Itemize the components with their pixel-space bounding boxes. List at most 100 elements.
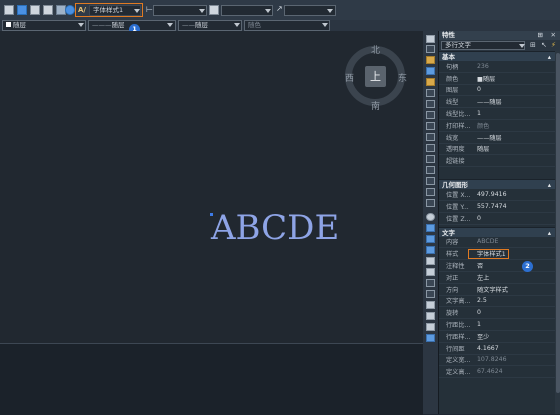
chevron-down-icon[interactable]: [322, 23, 328, 27]
collapse-icon[interactable]: ▴: [548, 228, 551, 238]
section-basic[interactable]: 基本 ▴: [439, 51, 555, 61]
collapse-icon[interactable]: ▴: [548, 180, 551, 190]
property-row[interactable]: 注释性 否: [439, 260, 555, 272]
object-type-select[interactable]: 多行文字: [441, 41, 525, 50]
mtext-sample[interactable]: ABCDE: [211, 208, 339, 248]
mirror-icon[interactable]: [426, 56, 435, 64]
property-value[interactable]: 557.7474: [477, 203, 555, 210]
block-icon[interactable]: [426, 224, 435, 232]
break-icon[interactable]: [426, 155, 435, 163]
property-row[interactable]: 线型 ——随层: [439, 96, 555, 109]
close-icon[interactable]: ✕: [551, 31, 556, 40]
property-row[interactable]: 行间距 4.1667: [439, 343, 555, 355]
collapse-icon[interactable]: ▴: [548, 52, 551, 62]
property-row[interactable]: 内容 ABCDE: [439, 237, 555, 249]
table-icon[interactable]: [30, 5, 40, 15]
property-value[interactable]: 随文字样式: [477, 285, 555, 294]
property-value[interactable]: 左上: [477, 273, 555, 282]
chevron-down-icon[interactable]: [327, 9, 333, 13]
property-value[interactable]: 至少: [477, 332, 555, 341]
gradient-icon[interactable]: [426, 290, 435, 298]
chevron-down-icon[interactable]: [167, 23, 173, 27]
property-row[interactable]: 行距样... 至少: [439, 331, 555, 343]
chevron-down-icon[interactable]: [519, 44, 525, 48]
property-row[interactable]: 对正 左上: [439, 272, 555, 284]
property-row[interactable]: 位置 X... 497.9416: [439, 189, 555, 201]
property-value[interactable]: 颜色: [477, 121, 555, 130]
property-row[interactable]: 定义高... 67.4624: [439, 366, 555, 379]
sphere-icon[interactable]: [426, 213, 435, 221]
compass-south[interactable]: 南: [371, 99, 380, 112]
text-insert-icon[interactable]: [426, 323, 435, 331]
properties-scrollbar[interactable]: [555, 51, 560, 414]
property-value[interactable]: 67.4624: [477, 368, 555, 375]
fillet-icon[interactable]: [426, 188, 435, 196]
property-value[interactable]: 1: [477, 321, 555, 328]
property-row[interactable]: 行距比... 1: [439, 319, 555, 331]
property-row[interactable]: 样式 字体样式1: [439, 248, 555, 261]
property-row[interactable]: 旋转 0: [439, 307, 555, 320]
move-icon[interactable]: [426, 89, 435, 97]
property-row[interactable]: 线型比... 1: [439, 108, 555, 120]
pin-icon[interactable]: ⊞: [538, 31, 543, 40]
image-icon[interactable]: [426, 268, 435, 276]
group-icon[interactable]: [426, 235, 435, 243]
property-value[interactable]: 4.1667: [477, 345, 555, 352]
chevron-down-icon[interactable]: [78, 23, 84, 27]
property-row[interactable]: 位置 Y... 557.7474: [439, 201, 555, 213]
stretch-icon[interactable]: [426, 122, 435, 130]
property-value[interactable]: 0: [477, 86, 555, 93]
property-value[interactable]: ■随层: [477, 74, 555, 83]
compass-north[interactable]: 北: [371, 43, 380, 56]
toggle-pickadd-icon[interactable]: ⊞: [530, 41, 536, 49]
layer-icon[interactable]: [4, 5, 14, 15]
save-icon[interactable]: [17, 5, 27, 15]
copy-icon[interactable]: [426, 45, 435, 53]
eraser-icon[interactable]: [426, 35, 435, 43]
property-value[interactable]: 236: [477, 63, 555, 70]
viewcube-top-face[interactable]: 上: [365, 66, 386, 87]
property-value[interactable]: 0: [477, 309, 555, 316]
ungroup-icon[interactable]: [426, 246, 435, 254]
region-icon[interactable]: [426, 301, 435, 309]
compass-east[interactable]: 东: [398, 71, 407, 84]
drawing-canvas[interactable]: 上 北 南 西 东 ABCDE: [0, 31, 424, 343]
chamfer-icon[interactable]: [426, 177, 435, 185]
property-value[interactable]: 2.5: [477, 297, 555, 304]
property-row[interactable]: 方向 随文字样式: [439, 284, 555, 296]
property-row[interactable]: 打印样... 颜色: [439, 120, 555, 132]
property-value[interactable]: 否: [477, 261, 555, 270]
scrollbar-thumb[interactable]: [556, 53, 560, 393]
quick-select-icon[interactable]: ⚡: [551, 41, 556, 49]
lineweight-combo[interactable]: ——随层: [178, 20, 242, 31]
chevron-down-icon[interactable]: [234, 23, 240, 27]
offset-icon[interactable]: [426, 67, 435, 75]
chevron-down-icon[interactable]: [199, 9, 205, 13]
document-icon[interactable]: [43, 5, 53, 15]
section-text[interactable]: 文字 ▴: [439, 226, 555, 238]
chevron-down-icon[interactable]: [265, 9, 271, 13]
field-icon[interactable]: [426, 334, 435, 342]
property-value[interactable]: 497.9416: [477, 191, 555, 198]
property-value[interactable]: ABCDE: [477, 238, 555, 245]
attach-icon[interactable]: [426, 257, 435, 265]
property-value[interactable]: ——随层: [477, 97, 555, 106]
join-icon[interactable]: [426, 166, 435, 174]
property-value[interactable]: 107.8246: [477, 356, 555, 363]
extend-icon[interactable]: [426, 144, 435, 152]
property-row[interactable]: 句柄 236: [439, 61, 555, 73]
compass-west[interactable]: 西: [345, 71, 354, 84]
chevron-down-icon[interactable]: [134, 9, 140, 13]
section-geometry[interactable]: 几何图形 ▴: [439, 179, 555, 190]
table-insert-icon[interactable]: [426, 312, 435, 320]
select-objects-icon[interactable]: ↖: [541, 41, 547, 49]
property-value[interactable]: 1: [477, 110, 555, 117]
explode-icon[interactable]: [426, 199, 435, 207]
property-row[interactable]: 超链接: [439, 155, 555, 168]
hatch-icon[interactable]: [426, 279, 435, 287]
property-row[interactable]: 定义宽... 107.8246: [439, 355, 555, 367]
plotstyle-combo[interactable]: 随色: [244, 20, 330, 31]
property-row[interactable]: 透明度 随层: [439, 144, 555, 156]
property-value[interactable]: 0: [477, 215, 555, 222]
array-icon[interactable]: [426, 78, 435, 86]
